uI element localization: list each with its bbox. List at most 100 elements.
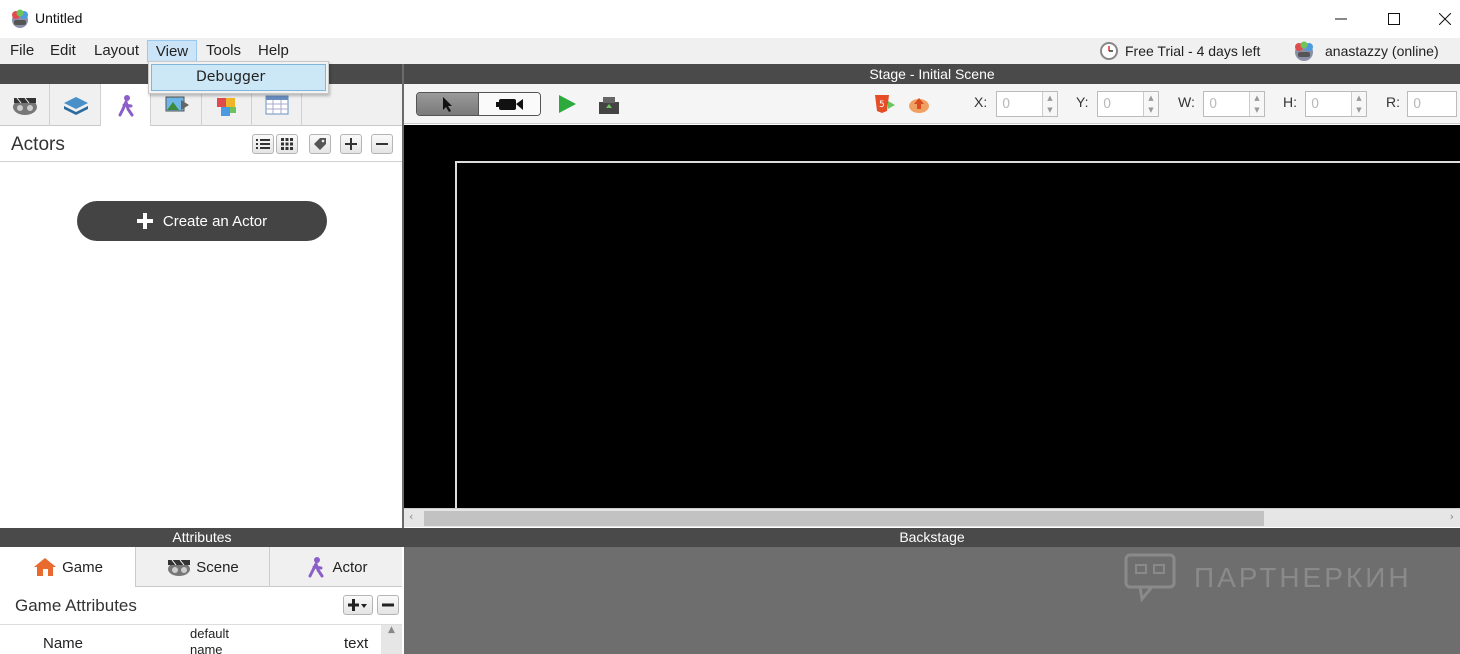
grid-view-button[interactable] — [276, 134, 298, 154]
tab-actor[interactable]: Actor — [270, 547, 402, 587]
w-input[interactable]: 0 ▲ ▼ — [1203, 91, 1265, 117]
menu-tools[interactable]: Tools — [202, 40, 245, 62]
clock-icon — [1100, 42, 1118, 60]
tab-scene-label: Scene — [196, 558, 239, 576]
view-menu-dropdown: Debugger — [148, 61, 329, 94]
window-title: Untitled — [35, 10, 83, 26]
scenes-icon — [12, 97, 37, 115]
attributes-scrollbar[interactable]: ▲ — [381, 625, 402, 654]
layers-icon — [63, 97, 88, 115]
watermark-text: ПАРТНЕРКИН — [1194, 562, 1412, 593]
r-input[interactable]: 0 — [1407, 91, 1457, 117]
images-icon — [165, 96, 189, 112]
w-value: 0 — [1209, 97, 1218, 112]
minus-icon — [382, 603, 394, 607]
publish-button[interactable] — [597, 94, 621, 120]
backstage-area[interactable]: ПАРТНЕРКИН — [404, 547, 1460, 654]
minus-icon — [376, 143, 388, 145]
upload-button[interactable] — [907, 93, 931, 119]
html5-icon: 5 — [875, 95, 895, 113]
remove-actor-button[interactable] — [371, 134, 393, 154]
menu-layout[interactable]: Layout — [90, 40, 143, 62]
play-button[interactable] — [556, 93, 578, 119]
camera-mode-button[interactable] — [478, 93, 540, 115]
close-button[interactable] — [1430, 0, 1460, 38]
create-actor-button[interactable]: Create an Actor — [77, 201, 327, 241]
tab-game-label: Game — [62, 558, 103, 576]
scroll-right-icon[interactable]: › — [1450, 510, 1454, 523]
maximize-icon — [1388, 13, 1400, 25]
y-spinner[interactable]: ▲ ▼ — [1143, 92, 1158, 116]
grid-view-icon — [281, 138, 293, 150]
plus-icon — [136, 213, 153, 229]
x-spinner[interactable]: ▲ ▼ — [1042, 92, 1057, 116]
camera-icon — [495, 99, 523, 110]
close-icon — [1439, 13, 1451, 25]
user-status[interactable]: anastazzy (online) — [1293, 40, 1439, 62]
remove-attribute-button[interactable] — [377, 595, 399, 615]
html5-button[interactable]: 5 — [872, 93, 896, 119]
tables-icon — [265, 95, 288, 115]
menu-help[interactable]: Help — [254, 40, 293, 62]
scenes-icon — [168, 559, 191, 576]
w-label: W: — [1178, 94, 1195, 110]
y-input[interactable]: 0 ▲ ▼ — [1097, 91, 1159, 117]
h-input[interactable]: 0 ▲ ▼ — [1305, 91, 1367, 117]
tab-actors[interactable] — [101, 84, 151, 127]
free-trial-text: Free Trial - 4 days left — [1125, 43, 1261, 59]
x-input[interactable]: 0 ▲ ▼ — [996, 91, 1058, 117]
mode-toggle — [416, 92, 541, 116]
tab-scenes[interactable] — [0, 84, 50, 126]
attr-name: Name — [43, 635, 84, 652]
menu-edit[interactable]: Edit — [46, 40, 80, 62]
minimize-button[interactable] — [1318, 0, 1364, 38]
menu-view[interactable]: View — [147, 40, 197, 62]
menu-file[interactable]: File — [6, 40, 38, 62]
scrollbar-thumb[interactable] — [424, 511, 1264, 526]
add-actor-button[interactable] — [340, 134, 362, 154]
tab-scene[interactable]: Scene — [136, 547, 270, 587]
x-label: X: — [974, 94, 988, 110]
r-value: 0 — [1413, 97, 1422, 112]
svg-text:5: 5 — [879, 100, 885, 110]
h-spinner[interactable]: ▲ ▼ — [1351, 92, 1366, 116]
tab-layers[interactable] — [51, 84, 101, 126]
create-actor-label: Create an Actor — [162, 212, 268, 230]
h-label: H: — [1283, 94, 1297, 110]
menu-item-debugger[interactable]: Debugger — [151, 64, 326, 91]
actors-icon — [118, 94, 133, 116]
r-label: R: — [1386, 94, 1400, 110]
title-bar: Untitled — [0, 0, 1460, 38]
y-value: 0 — [1103, 97, 1112, 112]
add-attribute-button[interactable] — [343, 595, 373, 615]
publish-icon — [599, 97, 619, 114]
play-icon — [559, 95, 576, 113]
w-spinner[interactable]: ▲ ▼ — [1249, 92, 1264, 116]
scroll-left-icon[interactable]: ‹ — [409, 510, 413, 523]
attr-default: default name — [190, 626, 230, 654]
attributes-table-row[interactable]: Name default name text ▲ — [0, 625, 402, 654]
attributes-tabs: Game Scene Actor — [0, 547, 402, 587]
game-attributes-bar: Game Attributes — [0, 587, 402, 625]
free-trial-status[interactable]: Free Trial - 4 days left — [1099, 40, 1260, 62]
plus-icon — [345, 138, 357, 150]
tab-game[interactable]: Game — [0, 547, 136, 587]
attributes-title: Game Attributes — [15, 596, 137, 615]
scene-bounds — [455, 161, 1460, 521]
list-view-icon — [256, 139, 270, 149]
list-view-button[interactable] — [252, 134, 274, 154]
cloud-upload-icon — [909, 98, 929, 113]
select-mode-button[interactable] — [417, 93, 478, 115]
actors-icon — [308, 557, 324, 578]
maximize-button[interactable] — [1371, 0, 1417, 38]
stage-horizontal-scrollbar[interactable]: ‹ › — [404, 508, 1460, 527]
backstage-header: Backstage — [404, 528, 1460, 547]
y-label: Y: — [1076, 94, 1089, 110]
user-name: anastazzy (online) — [1325, 43, 1439, 59]
behaviors-icon — [216, 98, 236, 116]
watermark: ПАРТНЕРКИН — [1124, 553, 1412, 603]
tag-button[interactable] — [309, 134, 331, 154]
stage-canvas[interactable] — [404, 125, 1460, 521]
stage-toolbar: 5 X: 0 ▲ ▼ Y: 0 ▲ ▼ W: 0 ▲ ▼ H: 0 ▲ ▼ R: 0 — [404, 84, 1460, 124]
user-avatar-icon — [1295, 41, 1313, 61]
